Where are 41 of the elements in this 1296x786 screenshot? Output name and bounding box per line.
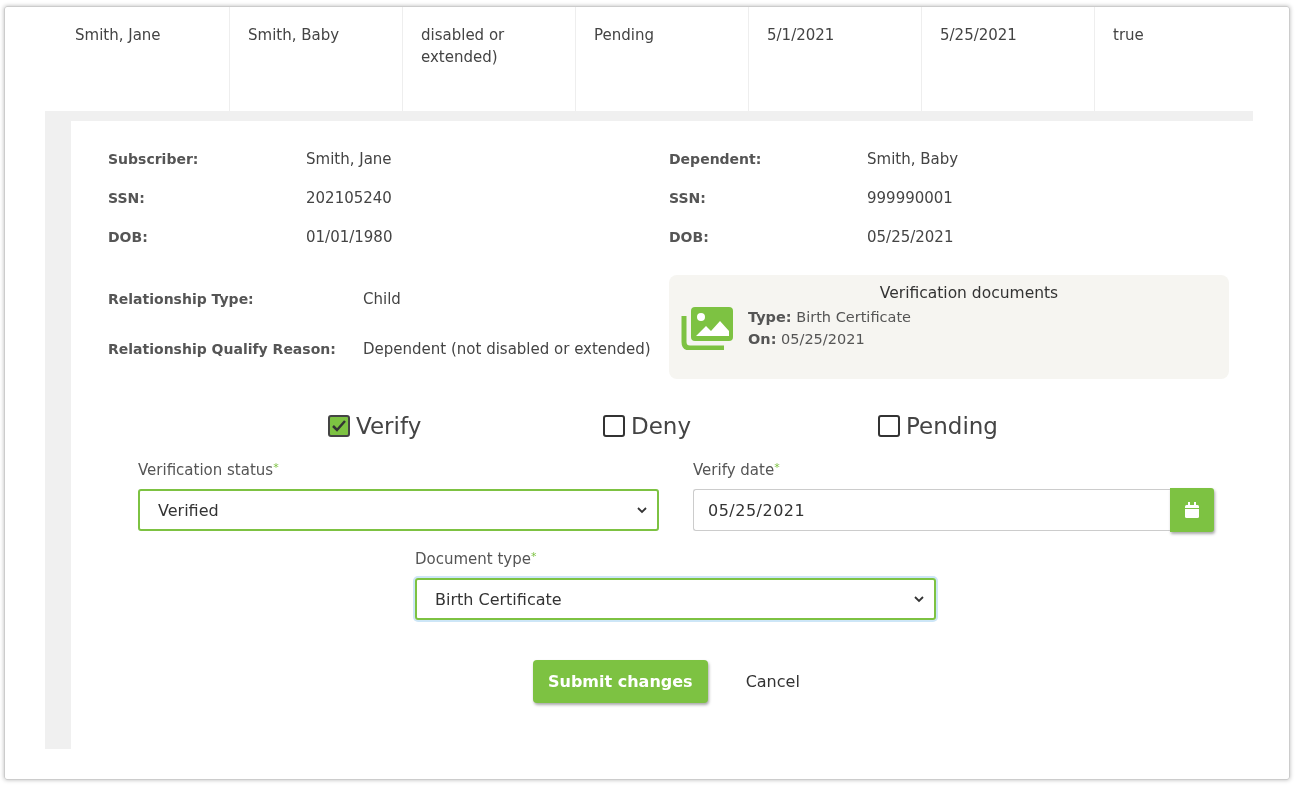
required-mark: *: [774, 461, 780, 474]
chevron-icon: [914, 595, 924, 603]
field-label: Verify date: [693, 461, 775, 479]
check-icon: [331, 419, 347, 433]
field-value: 999990001: [867, 188, 954, 208]
checkbox[interactable]: [328, 415, 350, 437]
field-label: DOB:: [669, 228, 710, 247]
document-type: Type: Birth Certificate: [748, 308, 911, 327]
field-label: SSN:: [669, 189, 707, 208]
field-value: 01/01/1980: [306, 227, 394, 247]
table-cell-text: true: [1112, 25, 1145, 46]
field-value: 202105240: [306, 188, 393, 208]
calendar-icon: [1185, 502, 1199, 518]
field-label: Dependent:: [669, 150, 763, 169]
field-label: SSN:: [108, 189, 146, 208]
field-value: Smith, Jane: [306, 149, 393, 169]
field-value: Child: [363, 289, 402, 309]
document-type-select[interactable]: Birth Certificate: [415, 578, 936, 620]
checkbox-label: Verify: [356, 413, 422, 439]
field-label: Verification status: [138, 461, 274, 479]
panel-title: Verification documents: [878, 284, 1060, 302]
checkbox[interactable]: [878, 415, 900, 437]
verification-status-select[interactable]: Verified: [138, 489, 659, 531]
field-label: Relationship Type:: [108, 290, 255, 309]
field-label: Subscriber:: [108, 150, 200, 169]
field-value: Smith, Baby: [867, 149, 960, 169]
required-mark: *: [273, 461, 279, 474]
images-icon: [680, 306, 734, 350]
field-label: Relationship Qualify Reason:: [108, 340, 337, 359]
field-value: Dependent (not disabled or extended): [363, 339, 652, 359]
field-label: Document type: [415, 550, 531, 568]
chevron-icon: [637, 506, 647, 514]
required-mark: *: [531, 550, 537, 563]
cancel-link[interactable]: Cancel: [745, 672, 800, 691]
checkbox-label: Deny: [631, 413, 692, 439]
field-label: DOB:: [108, 228, 149, 247]
document-date: On: 05/25/2021: [748, 330, 866, 349]
checkbox[interactable]: [603, 415, 625, 437]
field-value: 05/25/2021: [867, 227, 955, 247]
checkbox-label: Pending: [906, 413, 998, 439]
date-field[interactable]: 05/25/2021: [693, 489, 1170, 531]
